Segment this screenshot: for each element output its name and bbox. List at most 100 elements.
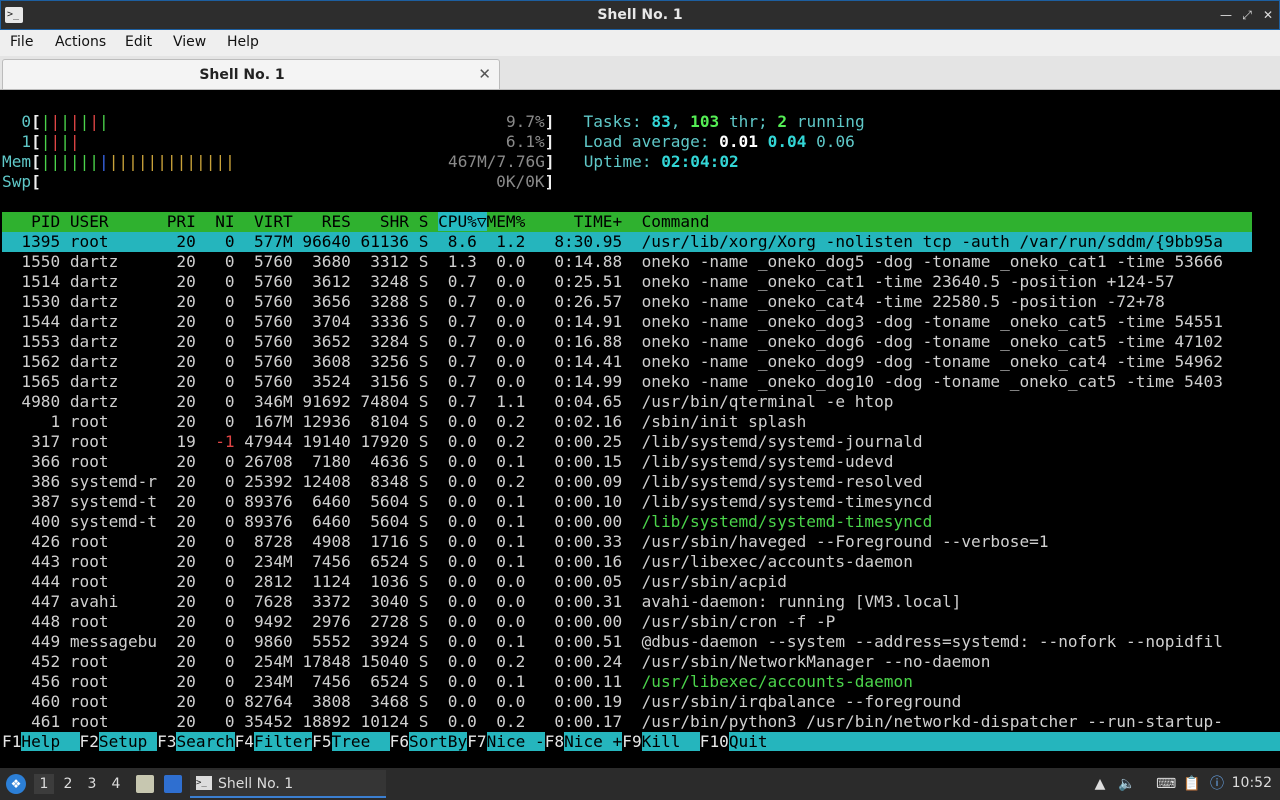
fkey-f5-label[interactable]: Tree <box>331 732 390 751</box>
menu-help[interactable]: Help <box>227 34 259 50</box>
proc-res: 91692 <box>302 392 361 411</box>
col-user[interactable]: USER <box>70 212 167 231</box>
proc-pri: 20 <box>166 632 206 651</box>
process-row[interactable]: 444 root 20 0 2812 1124 1036 S 0.0 0.0 0… <box>2 572 787 592</box>
fkey-f2-label[interactable]: Setup <box>98 732 158 751</box>
process-row[interactable]: 1530 dartz 20 0 5760 3656 3288 S 0.7 0.0… <box>2 292 1164 312</box>
fkey-f2[interactable]: F2 <box>80 732 99 751</box>
proc-state: S <box>418 372 439 391</box>
fkey-f7-label[interactable]: Nice - <box>486 732 545 751</box>
process-row[interactable]: 452 root 20 0 254M 17848 15040 S 0.0 0.2… <box>2 652 990 672</box>
col-cmd[interactable]: Command <box>642 212 710 231</box>
menu-view[interactable]: View <box>173 34 206 50</box>
minimize-icon[interactable]: — <box>1218 7 1234 23</box>
fkey-f9-label[interactable]: Kill <box>641 732 700 751</box>
notification-icon[interactable]: ⓘ <box>1208 775 1226 793</box>
start-menu-icon[interactable]: ❖ <box>6 774 26 794</box>
close-icon[interactable]: ✕ <box>1260 7 1276 23</box>
col-virt[interactable]: VIRT <box>244 212 302 231</box>
proc-virt: 5760 <box>244 292 303 311</box>
fkey-f10[interactable]: F10 <box>700 732 729 751</box>
process-row[interactable]: 426 root 20 0 8728 4908 1716 S 0.0 0.1 0… <box>2 532 1048 552</box>
fkey-f10-label[interactable]: Quit <box>728 732 768 751</box>
menu-actions[interactable]: Actions <box>55 34 106 50</box>
process-row[interactable]: 449 messagebu 20 0 9860 5552 3924 S 0.0 … <box>2 632 1223 652</box>
process-table-header[interactable]: PID USER PRI NI VIRT RES SHR S CPU%▽MEM%… <box>2 212 1252 232</box>
volume-icon[interactable]: 🔈 <box>1118 775 1136 793</box>
show-desktop-icon[interactable] <box>164 775 182 793</box>
fkey-f4-label[interactable]: Filter <box>253 732 313 751</box>
task-button-shell-1[interactable]: >_ Shell No. 1 <box>190 770 386 798</box>
col-s[interactable]: S <box>419 212 438 231</box>
col-time[interactable]: TIME+ <box>535 212 642 231</box>
process-row[interactable]: 387 systemd-t 20 0 89376 6460 5604 S 0.0… <box>2 492 932 512</box>
fkey-f1[interactable]: F1 <box>2 732 21 751</box>
process-row[interactable]: 1 root 20 0 167M 12936 8104 S 0.0 0.2 0:… <box>2 412 806 432</box>
tab-close-icon[interactable]: ✕ <box>478 65 491 83</box>
proc-shr: 3040 <box>360 592 419 611</box>
process-row[interactable]: 366 root 20 0 26708 7180 4636 S 0.0 0.1 … <box>2 452 893 472</box>
process-row[interactable]: 1544 dartz 20 0 5760 3704 3336 S 0.7 0.0… <box>2 312 1223 332</box>
keyboard-icon[interactable]: ⌨ <box>1156 775 1176 793</box>
process-row[interactable]: 1395 root 20 0 577M 96640 61136 S 8.6 1.… <box>2 232 1252 252</box>
tray-up-arrow-icon[interactable]: ▲ <box>1091 775 1109 793</box>
process-row[interactable]: 1550 dartz 20 0 5760 3680 3312 S 1.3 0.0… <box>2 252 1223 272</box>
col-res[interactable]: RES <box>302 212 360 231</box>
fkey-f4[interactable]: F4 <box>235 732 254 751</box>
col-shr[interactable]: SHR <box>361 212 419 231</box>
fkey-f5[interactable]: F5 <box>312 732 331 751</box>
fkey-f1-label[interactable]: Help <box>21 732 80 751</box>
menu-edit[interactable]: Edit <box>125 34 152 50</box>
workspace-4[interactable]: 4 <box>106 774 126 794</box>
proc-mem: 0.1 <box>486 452 535 471</box>
process-row[interactable]: 317 root 19 -1 47944 19140 17920 S 0.0 0… <box>2 432 923 452</box>
menu-file[interactable]: File <box>10 34 33 50</box>
proc-pri: 20 <box>166 572 206 591</box>
process-row[interactable]: 400 systemd-t 20 0 89376 6460 5604 S 0.0… <box>2 512 932 532</box>
terminal-area[interactable]: 0[||||||| 9.7%] Tasks: 83, 103 thr; 2 ru… <box>0 90 1280 768</box>
restore-icon[interactable]: ⤢ <box>1239 7 1255 23</box>
process-row[interactable]: 1562 dartz 20 0 5760 3608 3256 S 0.7 0.0… <box>2 352 1223 372</box>
process-row[interactable]: 1514 dartz 20 0 5760 3612 3248 S 0.7 0.0… <box>2 272 1174 292</box>
proc-virt: 9492 <box>244 612 303 631</box>
fkey-f3[interactable]: F3 <box>157 732 176 751</box>
fkey-f6[interactable]: F6 <box>390 732 409 751</box>
proc-command: /lib/systemd/systemd-resolved <box>641 472 923 491</box>
col-ni[interactable]: NI <box>206 212 245 231</box>
process-row[interactable]: 456 root 20 0 234M 7456 6524 S 0.0 0.1 0… <box>2 672 913 692</box>
file-manager-icon[interactable] <box>136 775 154 793</box>
process-row[interactable]: 1553 dartz 20 0 5760 3652 3284 S 0.7 0.0… <box>2 332 1223 352</box>
fkey-f3-label[interactable]: Search <box>176 732 235 751</box>
proc-cpu: 0.0 <box>438 472 487 491</box>
process-row[interactable]: 443 root 20 0 234M 7456 6524 S 0.0 0.1 0… <box>2 552 913 572</box>
process-row[interactable]: 448 root 20 0 9492 2976 2728 S 0.0 0.0 0… <box>2 612 835 632</box>
proc-ni: 0 <box>205 692 245 711</box>
process-row[interactable]: 386 systemd-r 20 0 25392 12408 8348 S 0.… <box>2 472 923 492</box>
proc-mem: 0.0 <box>486 312 535 331</box>
proc-time: 0:00.51 <box>534 632 642 651</box>
workspace-2[interactable]: 2 <box>58 774 78 794</box>
proc-shr: 3336 <box>360 312 419 331</box>
clipboard-icon[interactable]: 📋 <box>1183 775 1201 793</box>
col-pid[interactable]: PID <box>2 212 70 231</box>
workspace-3[interactable]: 3 <box>82 774 102 794</box>
col-pri[interactable]: PRI <box>167 212 206 231</box>
process-row[interactable]: 1565 dartz 20 0 5760 3524 3156 S 0.7 0.0… <box>2 372 1223 392</box>
process-row[interactable]: 447 avahi 20 0 7628 3372 3040 S 0.0 0.0 … <box>2 592 961 612</box>
process-row[interactable]: 461 root 20 0 35452 18892 10124 S 0.0 0.… <box>2 712 1223 732</box>
tab-bar: Shell No. 1 ✕ <box>0 56 1280 90</box>
fkey-f8-label[interactable]: Nice + <box>564 732 623 751</box>
col-mem[interactable]: MEM% <box>487 212 535 231</box>
workspace-1[interactable]: 1 <box>34 774 54 794</box>
proc-pri: 20 <box>166 592 206 611</box>
swp-meter: Swp[ 0K/0K] <box>2 172 555 191</box>
col-cpu[interactable]: CPU%▽ <box>438 212 487 231</box>
process-row[interactable]: 460 root 20 0 82764 3808 3468 S 0.0 0.0 … <box>2 692 961 712</box>
fkey-f9[interactable]: F9 <box>622 732 641 751</box>
fkey-f6-label[interactable]: SortBy <box>409 732 468 751</box>
fkey-f7[interactable]: F7 <box>467 732 486 751</box>
fkey-f8[interactable]: F8 <box>545 732 564 751</box>
process-row[interactable]: 4980 dartz 20 0 346M 91692 74804 S 0.7 1… <box>2 392 893 412</box>
tab-shell-1[interactable]: Shell No. 1 ✕ <box>2 59 500 89</box>
window-titlebar[interactable]: >_ Shell No. 1 — ⤢ ✕ <box>0 0 1280 30</box>
